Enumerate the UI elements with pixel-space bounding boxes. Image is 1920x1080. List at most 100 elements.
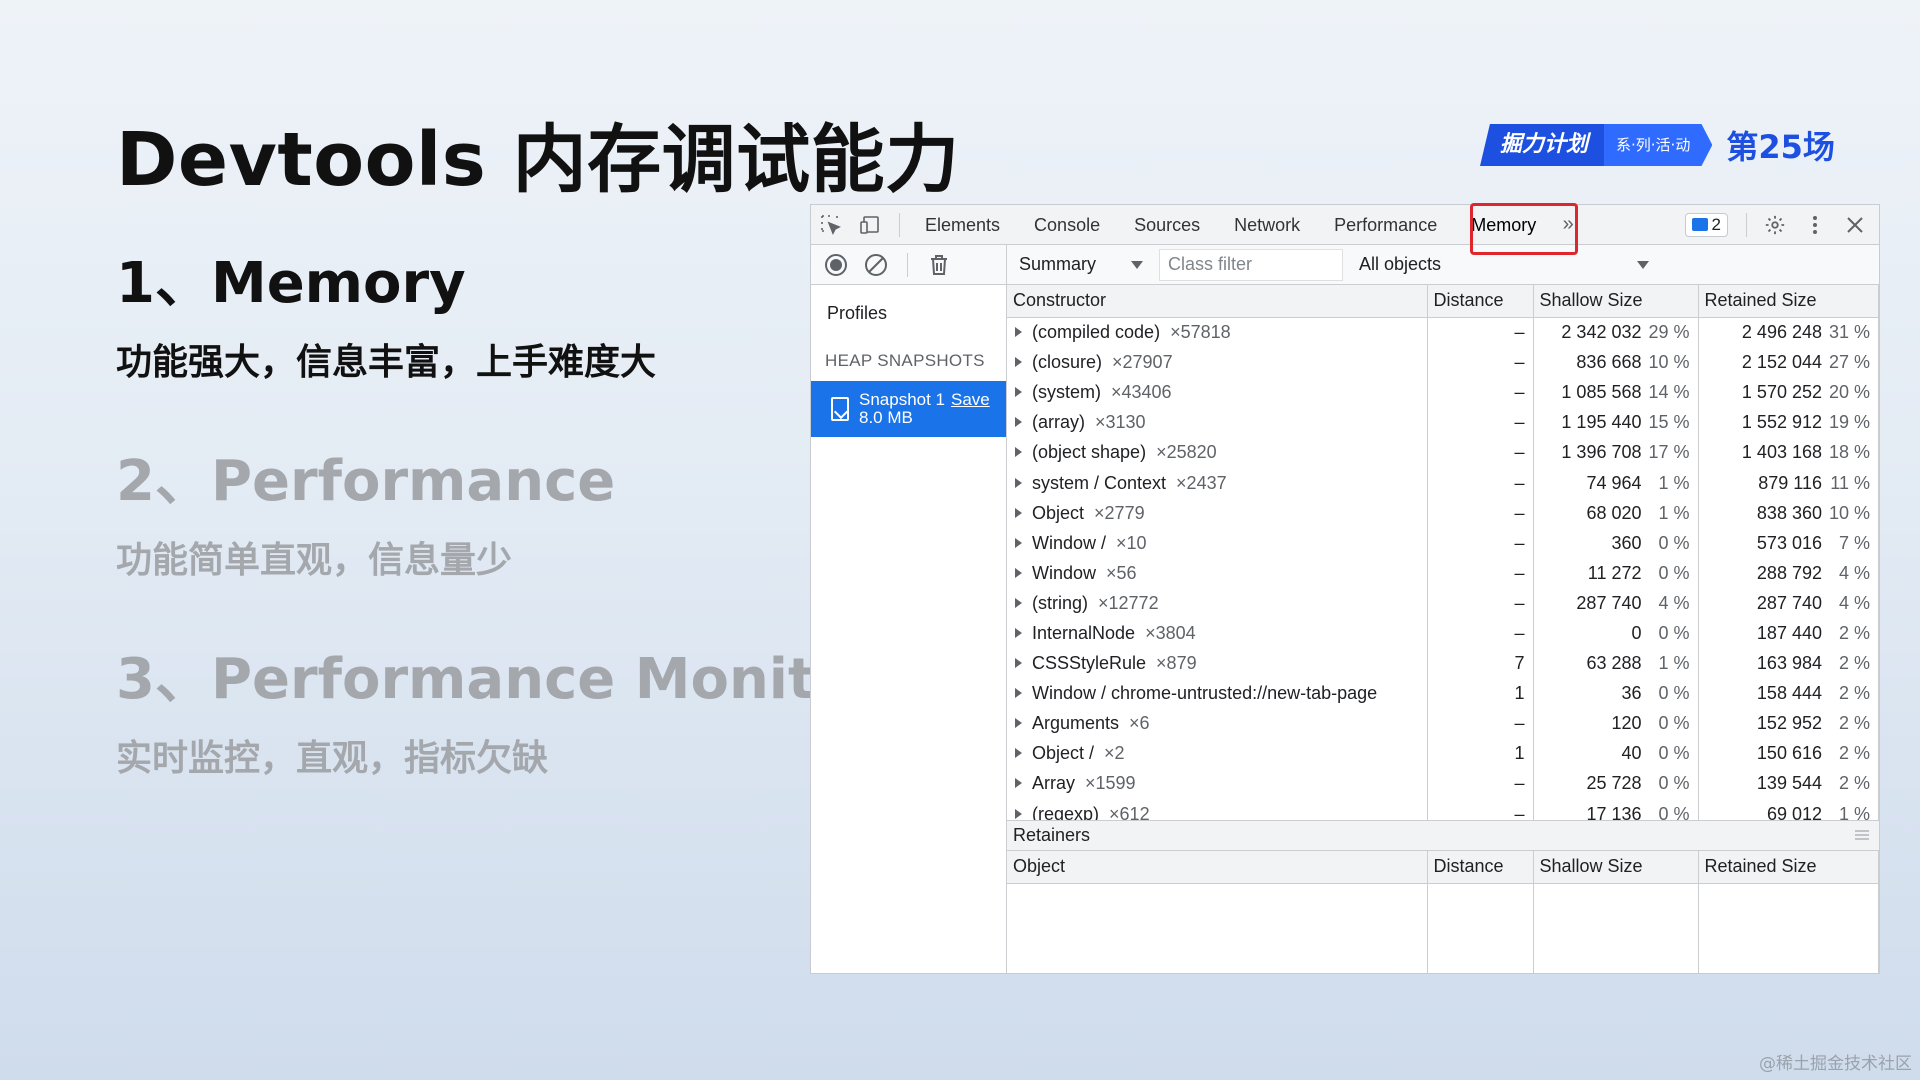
constructor-cell: (array) ×3130 — [1007, 407, 1428, 438]
expand-triangle-icon[interactable] — [1015, 808, 1022, 819]
record-icon[interactable] — [819, 248, 853, 282]
table-row[interactable]: (array) ×3130 – 1 195 440 15 % 1 552 912 19 % — [1007, 407, 1879, 438]
view-select[interactable]: Summary — [1007, 245, 1157, 285]
constructor-cell: (object shape) ×25820 — [1007, 437, 1428, 468]
instance-count: ×3804 — [1145, 622, 1196, 643]
objects-select[interactable]: All objects — [1347, 245, 1667, 285]
expand-triangle-icon[interactable] — [1015, 507, 1022, 518]
table-row[interactable]: Array ×1599 – 25 728 0 % 139 544 2 % — [1007, 768, 1879, 799]
close-icon[interactable] — [1835, 205, 1875, 245]
expand-triangle-icon[interactable] — [1015, 447, 1022, 458]
constructor-cell: system / Context ×2437 — [1007, 467, 1428, 499]
column-header-retained-size[interactable]: Retained Size — [1698, 285, 1879, 318]
column-header-distance[interactable]: Distance — [1427, 285, 1534, 318]
distance-cell: 7 — [1427, 648, 1534, 679]
expand-triangle-icon[interactable] — [1015, 327, 1022, 338]
table-row[interactable]: Window / ×10 – 360 0 % 573 016 7 % — [1007, 528, 1879, 559]
retained-size-value: 1 403 168 — [1741, 442, 1822, 463]
expand-triangle-icon[interactable] — [1015, 357, 1022, 368]
constructor-cell: (string) ×12772 — [1007, 588, 1428, 619]
kebab-menu-icon[interactable] — [1795, 205, 1835, 245]
table-row[interactable]: CSSStyleRule ×879 7 63 288 1 % 163 984 2 % — [1007, 648, 1879, 679]
expand-triangle-icon[interactable] — [1015, 597, 1022, 608]
tab-console[interactable]: Console — [1017, 205, 1117, 245]
retained-size-value: 838 360 — [1756, 502, 1822, 523]
expand-triangle-icon[interactable] — [1015, 567, 1022, 578]
device-toolbar-icon[interactable] — [851, 205, 891, 245]
column-header-shallow-size[interactable]: Shallow Size — [1533, 851, 1699, 884]
column-header-constructor[interactable]: Constructor — [1007, 285, 1428, 318]
tab-elements[interactable]: Elements — [908, 205, 1017, 245]
shallow-size-value: 1 195 440 — [1561, 412, 1642, 433]
table-row[interactable]: (object shape) ×25820 – 1 396 708 17 % 1 403 … — [1007, 437, 1879, 468]
devtools-panel: Elements Console Sources Network Perform… — [810, 203, 1880, 974]
shallow-size-percent: 17 % — [1648, 442, 1690, 463]
expand-triangle-icon[interactable] — [1015, 778, 1022, 789]
tab-sources[interactable]: Sources — [1117, 205, 1217, 245]
shallow-size-percent: 0 % — [1658, 683, 1690, 704]
retained-size-percent: 2 % — [1838, 622, 1870, 643]
summary-view: Constructor Distance Shallow Size Retain… — [1007, 285, 1879, 973]
table-row[interactable]: (closure) ×27907 – 836 668 10 % 2 152 044 27 % — [1007, 347, 1879, 378]
retained-size-percent: 27 % — [1828, 352, 1870, 373]
expand-triangle-icon[interactable] — [1015, 688, 1022, 699]
more-tabs-icon[interactable]: » — [1553, 213, 1583, 236]
badge-episode: 第25场 — [1726, 128, 1835, 166]
instance-count: ×2437 — [1176, 472, 1227, 493]
save-link[interactable]: Save — [951, 390, 990, 409]
toolbar-divider — [899, 212, 900, 237]
shallow-size-value: 74 964 — [1586, 472, 1642, 493]
tab-performance[interactable]: Performance — [1317, 205, 1454, 245]
table-row[interactable]: Window / chrome-untrusted://new-tab-page… — [1007, 678, 1879, 709]
expand-triangle-icon[interactable] — [1015, 477, 1022, 488]
snapshot-file-icon — [831, 397, 849, 421]
expand-triangle-icon[interactable] — [1015, 537, 1022, 548]
expand-triangle-icon[interactable] — [1015, 718, 1022, 729]
expand-triangle-icon[interactable] — [1015, 748, 1022, 759]
retainers-empty-row — [1007, 883, 1879, 973]
shallow-size-percent: 0 % — [1658, 562, 1690, 583]
column-header-shallow-size[interactable]: Shallow Size — [1533, 285, 1699, 318]
table-row[interactable]: InternalNode ×3804 – 0 0 % 187 440 2 % — [1007, 618, 1879, 649]
drag-handle-icon[interactable] — [1855, 830, 1869, 841]
constructor-rows-scroll[interactable]: (compiled code) ×57818 – 2 342 032 29 % 2 496… — [1007, 317, 1879, 821]
column-header-distance[interactable]: Distance — [1427, 851, 1534, 884]
retained-size-cell: 879 116 11 % — [1698, 467, 1879, 499]
retained-size-value: 2 496 248 — [1741, 322, 1822, 343]
constructor-cell: Arguments ×6 — [1007, 708, 1428, 739]
message-icon — [1691, 218, 1708, 231]
table-row[interactable]: (string) ×12772 – 287 740 4 % 287 740 4 % — [1007, 588, 1879, 619]
inspect-element-icon[interactable] — [811, 205, 851, 245]
instance-count: ×43406 — [1111, 382, 1172, 403]
table-row[interactable]: Arguments ×6 – 120 0 % 152 952 2 % — [1007, 708, 1879, 739]
clear-all-icon[interactable] — [859, 248, 893, 282]
column-header-object[interactable]: Object — [1007, 851, 1428, 884]
topic-performance-monitor: 3、Performance Monitor 实时监控，直观，指标欠缺 — [116, 634, 881, 781]
tab-network[interactable]: Network — [1217, 205, 1317, 245]
column-header-retained-size[interactable]: Retained Size — [1698, 851, 1879, 884]
retained-size-cell: 1 552 912 19 % — [1698, 407, 1879, 438]
table-row[interactable]: (regexp) ×612 – 17 136 0 % 69 012 1 % — [1007, 799, 1879, 821]
constructor-cell: InternalNode ×3804 — [1007, 618, 1428, 649]
expand-triangle-icon[interactable] — [1015, 658, 1022, 669]
event-badge: 掘力计划 系·列·活·动 第25场 — [1480, 124, 1835, 166]
table-row[interactable]: Object ×2779 – 68 020 1 % 838 360 10 % — [1007, 498, 1879, 529]
shallow-size-percent: 29 % — [1648, 322, 1690, 343]
table-row[interactable]: Object / ×2 1 40 0 % 150 616 2 % — [1007, 738, 1879, 769]
table-row[interactable]: (compiled code) ×57818 – 2 342 032 29 % 2 496… — [1007, 317, 1879, 348]
table-row[interactable]: Window ×56 – 11 272 0 % 288 792 4 % — [1007, 558, 1879, 589]
snapshot-item[interactable]: Snapshot 1 Save 8.0 MB — [811, 381, 1006, 437]
class-filter-input[interactable]: Class filter — [1159, 248, 1343, 281]
expand-triangle-icon[interactable] — [1015, 417, 1022, 428]
trash-icon[interactable] — [922, 248, 956, 282]
settings-gear-icon[interactable] — [1755, 205, 1795, 245]
issues-counter[interactable]: 2 — [1684, 212, 1728, 237]
table-row[interactable]: (system) ×43406 – 1 085 568 14 % 1 570 252 20 … — [1007, 377, 1879, 408]
expand-triangle-icon[interactable] — [1015, 387, 1022, 398]
retained-size-percent: 2 % — [1838, 653, 1870, 674]
topic-heading: 1、Memory — [116, 251, 466, 316]
tab-memory[interactable]: Memory — [1454, 205, 1553, 245]
table-row[interactable]: system / Context ×2437 – 74 964 1 % 879 116 11… — [1007, 467, 1879, 499]
instance-count: ×612 — [1109, 803, 1150, 821]
expand-triangle-icon[interactable] — [1015, 627, 1022, 638]
